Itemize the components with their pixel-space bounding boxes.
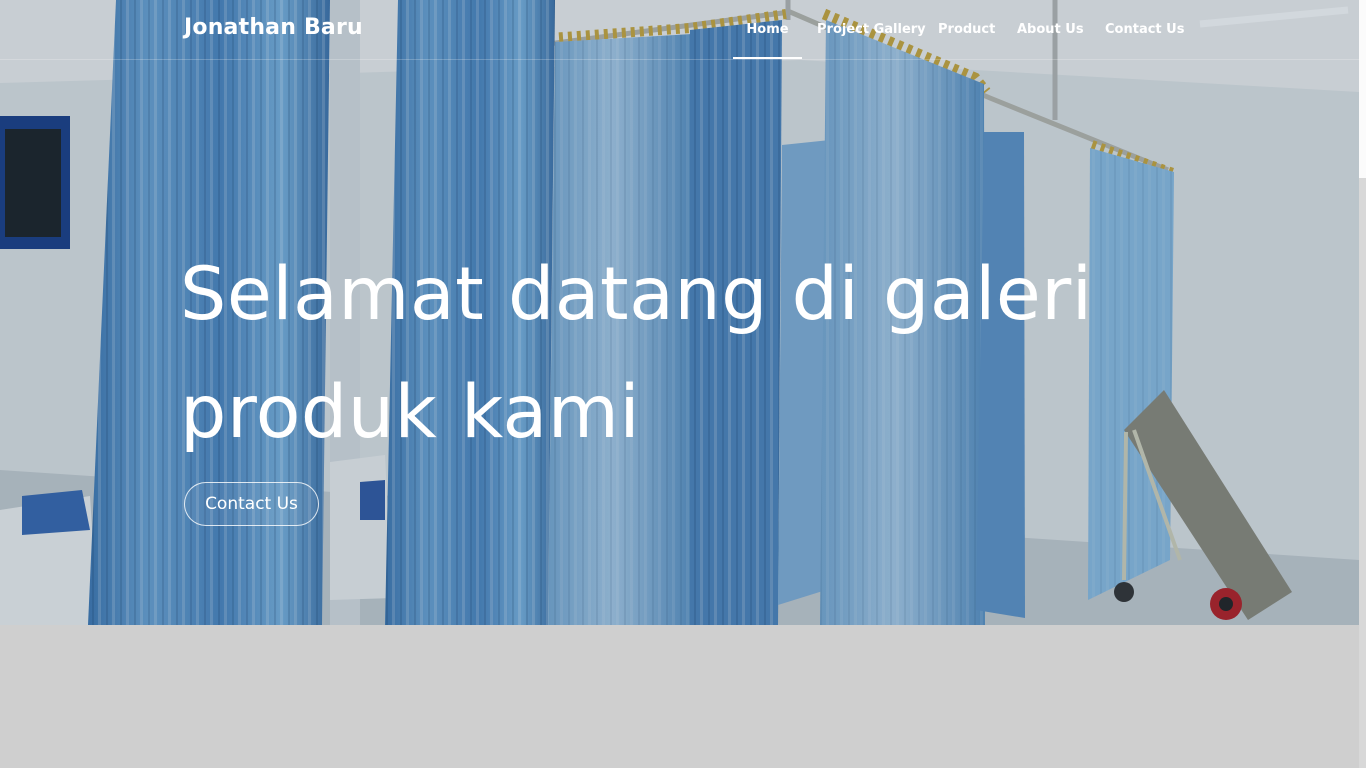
nav-home-link[interactable]: Home — [733, 0, 802, 59]
content-section-placeholder — [0, 625, 1359, 768]
nav-project-gallery-link[interactable]: Project Gallery — [817, 0, 926, 59]
contact-us-button[interactable]: Contact Us — [184, 482, 319, 526]
hero-title-line-1: Selamat datang di galeri — [180, 252, 1093, 337]
scrollbar-thumb[interactable] — [1359, 0, 1366, 178]
nav-contact-us-link[interactable]: Contact Us — [1105, 0, 1184, 59]
site-brand-link[interactable]: Jonathan Baru — [184, 15, 363, 40]
vertical-scrollbar[interactable] — [1359, 0, 1366, 768]
nav-about-us-link[interactable]: About Us — [1017, 0, 1084, 59]
nav-product-link[interactable]: Product — [938, 0, 995, 59]
top-navigation-bar: Jonathan Baru Home Project Gallery Produ… — [0, 0, 1359, 60]
hero-section: Jonathan Baru Home Project Gallery Produ… — [0, 0, 1359, 625]
hero-title-line-2: produk kami — [180, 370, 641, 455]
hero-welcome-heading: Selamat datang di galeri produk kami — [180, 236, 1180, 472]
